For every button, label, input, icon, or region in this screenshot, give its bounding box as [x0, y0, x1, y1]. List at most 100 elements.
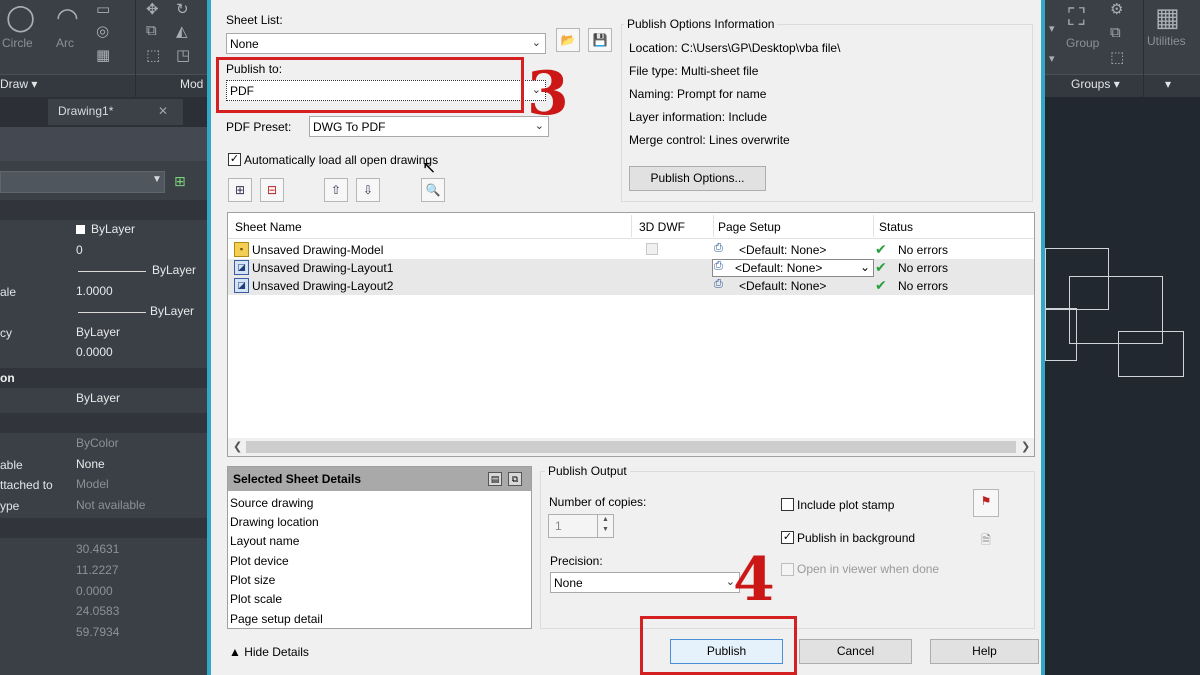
rotate-icon[interactable]: ↻ — [176, 0, 189, 18]
table-row[interactable]: ◪ Unsaved Drawing-Layout1 ⎙ <Default: No… — [228, 259, 1034, 277]
scale-icon[interactable]: ◳ — [176, 46, 190, 64]
column-header-sheet-name[interactable]: Sheet Name — [235, 220, 302, 234]
group-edit-icon[interactable]: ⧉ — [1110, 24, 1121, 41]
hide-details-toggle[interactable]: ▲ Hide Details — [229, 645, 309, 659]
lineweight-preview — [78, 312, 146, 313]
move-sheet-down-icon[interactable]: ⇩ — [356, 178, 380, 202]
table-row[interactable]: ▪ Unsaved Drawing-Model ⎙ <Default: None… — [228, 241, 1034, 259]
property-transparency-value[interactable]: ByLayer — [76, 325, 120, 339]
property-layer-value[interactable]: 0 — [76, 243, 83, 257]
property-linetype-scale-value[interactable]: 1.0000 — [76, 284, 113, 298]
drawing-canvas[interactable] — [1045, 97, 1200, 675]
property-lineweight-value[interactable]: ByLayer — [150, 304, 194, 318]
status-cell: No errors — [898, 279, 949, 293]
column-header-status[interactable]: Status — [879, 220, 913, 234]
auto-load-checkbox[interactable]: ✓ — [228, 153, 241, 166]
properties-section-title[interactable]: on — [0, 371, 15, 385]
utilities-icon[interactable]: ▦ — [1155, 2, 1180, 33]
group-tool-label[interactable]: Group — [1066, 36, 1099, 50]
publish-options-button[interactable]: Publish Options... — [629, 166, 766, 191]
publish-in-background-label[interactable]: Publish in background — [797, 531, 915, 545]
sheet-list-select[interactable]: None ⌄ — [226, 33, 546, 54]
chevron-down-icon[interactable]: ⌄ — [860, 260, 870, 274]
property-color-value[interactable]: ByLayer — [76, 222, 135, 236]
column-header-3d-dwf[interactable]: 3D DWF — [639, 220, 685, 234]
open-in-viewer-label[interactable]: Open in viewer when done — [797, 562, 939, 576]
cancel-button[interactable]: Cancel — [799, 639, 912, 664]
copy-icon[interactable]: ⧉ — [146, 22, 157, 39]
copies-stepper[interactable]: 1 ▲ ▼ — [548, 514, 614, 538]
page-setup-cell[interactable]: <Default: None> — [739, 279, 826, 293]
page-setup-cell[interactable]: <Default: None> — [739, 243, 826, 257]
publish-log-icon[interactable]: 🗎 — [974, 528, 998, 552]
horizontal-scrollbar[interactable]: ❮ ❯ — [228, 438, 1034, 456]
properties-section-general[interactable] — [0, 200, 207, 220]
chevron-down-icon[interactable]: ▼ — [152, 174, 162, 185]
panel-draw-label[interactable]: Draw ▾ — [0, 77, 37, 91]
arc-icon[interactable]: ◠ — [56, 2, 79, 33]
stepper-arrows-icon[interactable]: ▲ ▼ — [597, 515, 613, 537]
publish-in-background-checkbox[interactable]: ✓ — [781, 531, 794, 544]
open-in-viewer-checkbox[interactable] — [781, 563, 794, 576]
help-button[interactable]: Help — [930, 639, 1039, 664]
add-sheets-icon[interactable]: ⊞ — [228, 178, 252, 202]
properties-section[interactable] — [0, 368, 207, 388]
property-linetype-value[interactable]: ByLayer — [152, 263, 196, 277]
object-type-combo[interactable] — [0, 171, 165, 193]
dropdown-arrow-icon[interactable]: ▾ — [1049, 22, 1055, 35]
copy-details-icon[interactable]: ▤ — [488, 472, 502, 486]
group-icon[interactable]: ⛶ — [1068, 4, 1085, 32]
page-setup-cell[interactable]: <Default: None> — [735, 261, 822, 275]
remove-sheets-icon[interactable]: ⊟ — [260, 178, 284, 202]
detail-item: Plot device — [230, 554, 289, 568]
circle-icon[interactable]: ◯ — [6, 2, 35, 33]
properties-section[interactable] — [0, 518, 207, 538]
close-icon[interactable]: ✕ — [158, 104, 168, 118]
property-value[interactable]: None — [76, 457, 105, 471]
scroll-right-icon[interactable]: ❯ — [1021, 440, 1030, 453]
drawn-rectangle[interactable] — [1045, 308, 1077, 361]
table-row[interactable]: ◪ Unsaved Drawing-Layout2 ⎙ <Default: No… — [228, 277, 1034, 295]
include-plot-stamp-label[interactable]: Include plot stamp — [797, 498, 894, 512]
include-plot-stamp-checkbox[interactable] — [781, 498, 794, 511]
region-icon[interactable]: ▦ — [96, 46, 110, 64]
auto-load-label[interactable]: Automatically load all open drawings — [244, 153, 438, 167]
save-sheet-list-icon[interactable]: 💾 — [588, 28, 612, 52]
rectangle-icon[interactable]: ▭ — [96, 0, 110, 18]
ungroup-icon[interactable]: ⚙ — [1110, 0, 1123, 18]
group-select-icon[interactable]: ⬚ — [1110, 48, 1124, 66]
dropdown-arrow-icon[interactable]: ▾ — [1049, 52, 1055, 65]
view-details-icon[interactable]: ⧉ — [508, 472, 522, 486]
panel-groups-label[interactable]: Groups ▾ — [1071, 77, 1120, 91]
property-thickness-value[interactable]: 0.0000 — [76, 345, 113, 359]
load-sheet-list-icon[interactable]: 📂 — [556, 28, 580, 52]
utilities-label[interactable]: Utilities — [1147, 34, 1186, 48]
detail-item: Source drawing — [230, 496, 314, 510]
move-icon[interactable]: ✥ — [146, 0, 159, 18]
panel-utilities-dropdown-icon[interactable]: ▾ — [1165, 77, 1171, 91]
3d-dwf-checkbox[interactable] — [646, 243, 658, 255]
option-merge-control: Merge control: Lines overwrite — [629, 133, 790, 147]
scroll-left-icon[interactable]: ❮ — [233, 440, 242, 453]
preview-icon[interactable]: 🔍 — [421, 178, 445, 202]
publish-options-info-title: Publish Options Information — [624, 17, 778, 31]
mirror-icon[interactable]: ◭ — [176, 22, 188, 40]
circle-tool-label[interactable]: Circle — [2, 36, 33, 50]
panel-modify-label[interactable]: Mod — [180, 77, 203, 91]
toggle-pickadd-icon[interactable]: ⊞ — [174, 173, 192, 191]
precision-select[interactable]: None ⌄ — [550, 572, 740, 593]
column-header-page-setup[interactable]: Page Setup — [718, 220, 781, 234]
plot-stamp-settings-icon[interactable]: ⚑ — [973, 489, 999, 517]
pdf-preset-select[interactable]: DWG To PDF ⌄ — [309, 116, 549, 137]
scrollbar-thumb[interactable] — [246, 441, 1016, 453]
move-sheet-up-icon[interactable]: ⇧ — [324, 178, 348, 202]
arc-tool-label[interactable]: Arc — [56, 36, 74, 50]
stretch-icon[interactable]: ⬚ — [146, 46, 160, 64]
property-value[interactable]: ByLayer — [76, 391, 120, 405]
page-setup-icon: ⎙ — [714, 278, 723, 290]
drawn-rectangle[interactable] — [1118, 331, 1184, 377]
properties-section[interactable] — [0, 413, 207, 433]
chevron-down-icon: ⌄ — [531, 37, 541, 49]
property-value: 0.0000 — [76, 584, 113, 598]
hatch-icon[interactable]: ◎ — [96, 22, 109, 40]
